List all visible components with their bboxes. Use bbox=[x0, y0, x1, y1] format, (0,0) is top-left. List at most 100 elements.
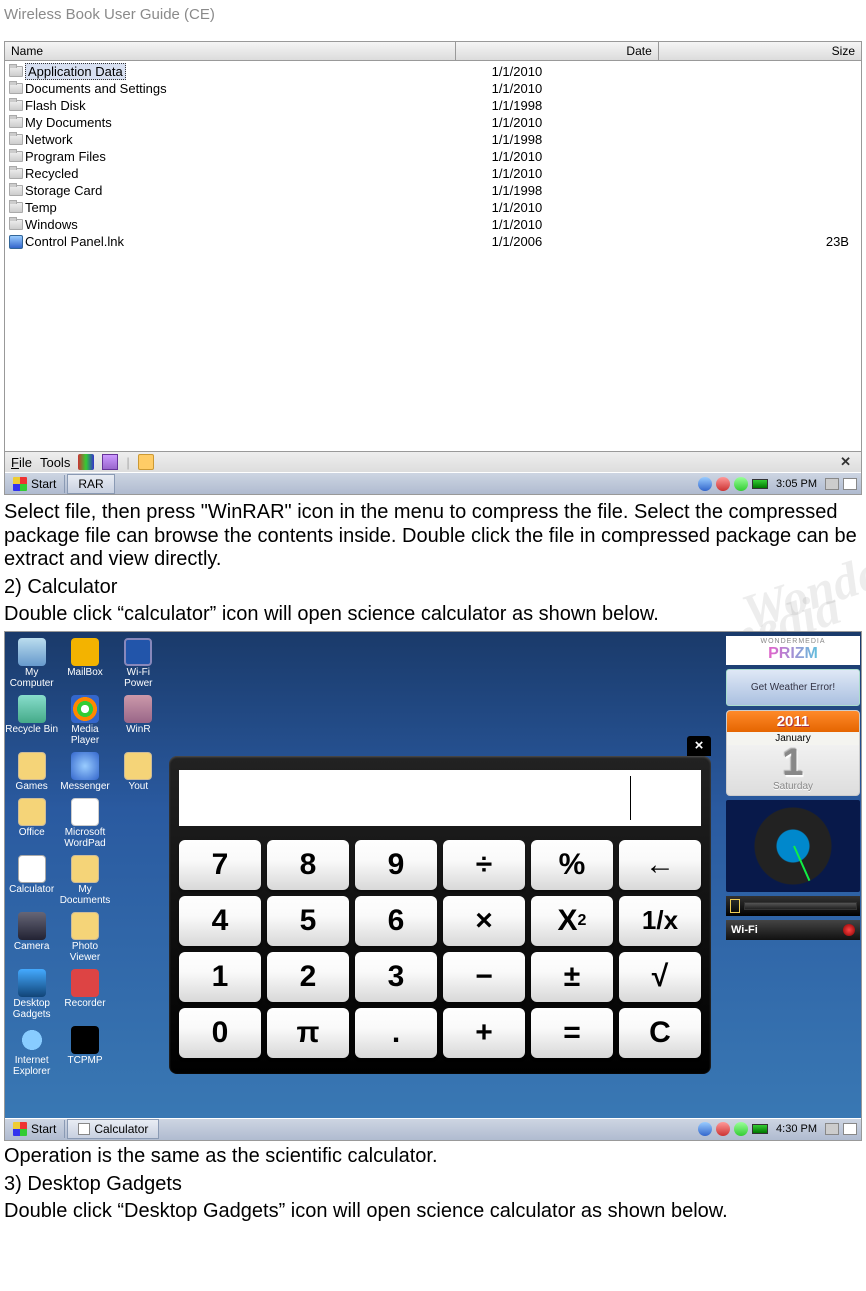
calc-key[interactable]: X2 bbox=[531, 896, 613, 946]
file-row[interactable]: Temp1/1/2010 bbox=[5, 199, 861, 216]
calc-key[interactable]: 9 bbox=[355, 840, 437, 890]
battery-icon[interactable] bbox=[752, 479, 768, 489]
file-row[interactable]: Storage Card1/1/1998 bbox=[5, 182, 861, 199]
taskbar-item-calculator[interactable]: Calculator bbox=[67, 1119, 159, 1139]
icon-label: My Documents bbox=[58, 884, 111, 906]
calc-key[interactable]: 3 bbox=[355, 952, 437, 1002]
file-row[interactable]: Application Data1/1/2010 bbox=[5, 63, 861, 80]
tray-clock[interactable]: 3:05 PM bbox=[772, 478, 821, 490]
tray-icon[interactable] bbox=[716, 477, 730, 491]
app-icon bbox=[71, 855, 99, 883]
desktop-icon[interactable]: TCPMP bbox=[58, 1024, 111, 1079]
keyboard-icon[interactable] bbox=[843, 1123, 857, 1135]
desktop-icon[interactable]: Microsoft WordPad bbox=[58, 796, 111, 851]
desktop-icon[interactable]: My Documents bbox=[58, 853, 111, 908]
calc-key[interactable]: 5 bbox=[267, 896, 349, 946]
desktop-icon[interactable]: WinR bbox=[112, 693, 165, 748]
file-row[interactable]: My Documents1/1/2010 bbox=[5, 114, 861, 131]
tray-clock[interactable]: 4:30 PM bbox=[772, 1123, 821, 1135]
battery-icon[interactable] bbox=[752, 1124, 768, 1134]
desktop-icon[interactable]: Calculator bbox=[5, 853, 58, 908]
desktop-icon[interactable]: My Computer bbox=[5, 636, 58, 691]
system-tray: 4:30 PM bbox=[694, 1122, 861, 1136]
menu-tools[interactable]: Tools bbox=[40, 455, 70, 470]
file-row[interactable]: Network1/1/1998 bbox=[5, 131, 861, 148]
file-name: Windows bbox=[25, 217, 78, 232]
start-button[interactable]: Start bbox=[5, 475, 65, 493]
show-desktop-icon[interactable] bbox=[825, 1123, 839, 1135]
file-row[interactable]: Recycled1/1/2010 bbox=[5, 165, 861, 182]
file-row[interactable]: Control Panel.lnk1/1/200623B bbox=[5, 233, 861, 250]
calc-key[interactable]: √ bbox=[619, 952, 701, 1002]
calc-key[interactable]: 1/x bbox=[619, 896, 701, 946]
col-header-date[interactable]: Date bbox=[456, 42, 659, 60]
calc-key[interactable]: C bbox=[619, 1008, 701, 1058]
calc-key[interactable]: ÷ bbox=[443, 840, 525, 890]
tray-icon[interactable] bbox=[716, 1122, 730, 1136]
taskbar-item-rar[interactable]: RAR bbox=[67, 474, 114, 494]
close-icon[interactable]: ✕ bbox=[836, 454, 855, 470]
desktop-icon[interactable]: Office bbox=[5, 796, 58, 851]
calculator-display[interactable] bbox=[179, 770, 701, 826]
calendar-gadget[interactable]: 2011 January 1 Saturday bbox=[726, 710, 860, 796]
tray-icon[interactable] bbox=[734, 477, 748, 491]
desktop-icon[interactable]: MailBox bbox=[58, 636, 111, 691]
calc-key[interactable]: = bbox=[531, 1008, 613, 1058]
wifi-gadget[interactable]: Wi-Fi bbox=[726, 920, 860, 940]
calc-key[interactable]: 2 bbox=[267, 952, 349, 1002]
calc-key[interactable]: ± bbox=[531, 952, 613, 1002]
desktop-icon[interactable]: Media Player bbox=[58, 693, 111, 748]
desktop-icon[interactable]: Yout bbox=[112, 750, 165, 794]
calculator-close-button[interactable]: × bbox=[687, 736, 711, 756]
file-date: 1/1/2010 bbox=[426, 166, 667, 181]
file-row[interactable]: Documents and Settings1/1/2010 bbox=[5, 80, 861, 97]
col-header-size[interactable]: Size bbox=[659, 42, 861, 60]
desktop-icon[interactable]: Desktop Gadgets bbox=[5, 967, 58, 1022]
calc-key[interactable]: 0 bbox=[179, 1008, 261, 1058]
app-icon bbox=[71, 752, 99, 780]
file-row[interactable]: Program Files1/1/2010 bbox=[5, 148, 861, 165]
calc-key[interactable]: 4 bbox=[179, 896, 261, 946]
calc-key[interactable]: 6 bbox=[355, 896, 437, 946]
battery-gadget[interactable] bbox=[726, 896, 860, 916]
calc-key[interactable]: π bbox=[267, 1008, 349, 1058]
app-icon bbox=[124, 695, 152, 723]
calc-key[interactable]: × bbox=[443, 896, 525, 946]
file-row[interactable]: Windows1/1/2010 bbox=[5, 216, 861, 233]
weather-gadget[interactable]: Get Weather Error! bbox=[726, 669, 860, 706]
file-row[interactable]: Flash Disk1/1/1998 bbox=[5, 97, 861, 114]
calc-key[interactable]: % bbox=[531, 840, 613, 890]
desktop-icon[interactable]: Photo Viewer bbox=[58, 910, 111, 965]
calc-key[interactable]: . bbox=[355, 1008, 437, 1058]
desktop-icon[interactable]: Internet Explorer bbox=[5, 1024, 58, 1079]
file-size: 23B bbox=[668, 234, 861, 249]
desktop-icon[interactable]: Wi-Fi Power bbox=[112, 636, 165, 691]
calc-key[interactable]: + bbox=[443, 1008, 525, 1058]
book-icon[interactable] bbox=[102, 454, 118, 470]
file-date: 1/1/2006 bbox=[426, 234, 667, 249]
app-icon bbox=[71, 1026, 99, 1054]
gear-clock-gadget[interactable] bbox=[726, 800, 860, 892]
tray-icon[interactable] bbox=[698, 477, 712, 491]
show-desktop-icon[interactable] bbox=[825, 478, 839, 490]
desktop-icon[interactable]: Games bbox=[5, 750, 58, 794]
desktop-icon[interactable]: Messenger bbox=[58, 750, 111, 794]
folder-up-icon[interactable] bbox=[138, 454, 154, 470]
col-header-name[interactable]: Name bbox=[5, 42, 456, 60]
keyboard-icon[interactable] bbox=[843, 478, 857, 490]
calc-key[interactable]: ← bbox=[619, 840, 701, 890]
desktop-icon[interactable]: Recycle Bin bbox=[5, 693, 58, 748]
calc-key[interactable]: 7 bbox=[179, 840, 261, 890]
tray-icon[interactable] bbox=[698, 1122, 712, 1136]
icon-label: Yout bbox=[112, 781, 165, 792]
desktop-icon[interactable]: Recorder bbox=[58, 967, 111, 1022]
menu-file[interactable]: File bbox=[11, 455, 32, 470]
tray-icon[interactable] bbox=[734, 1122, 748, 1136]
start-button[interactable]: Start bbox=[5, 1120, 65, 1138]
calc-key[interactable]: 1 bbox=[179, 952, 261, 1002]
page-header-title: Wireless Book User Guide (CE) bbox=[0, 0, 866, 37]
desktop-icon[interactable]: Camera bbox=[5, 910, 58, 965]
books-icon[interactable] bbox=[78, 454, 94, 470]
calc-key[interactable]: − bbox=[443, 952, 525, 1002]
calc-key[interactable]: 8 bbox=[267, 840, 349, 890]
